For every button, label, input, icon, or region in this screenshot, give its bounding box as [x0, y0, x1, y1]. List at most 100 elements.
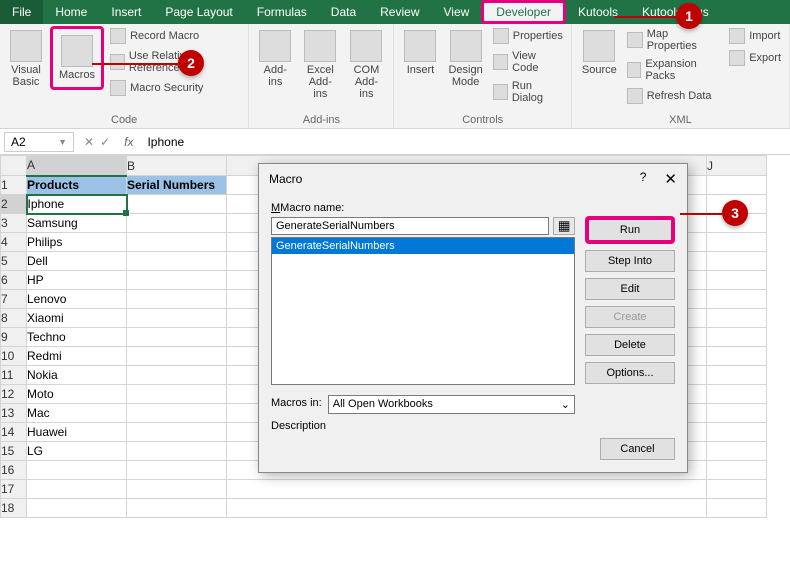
table-cell[interactable]: [127, 309, 227, 328]
cell-a11[interactable]: Nokia: [27, 366, 127, 385]
tab-insert[interactable]: Insert: [99, 0, 153, 24]
cell-a12[interactable]: Moto: [27, 385, 127, 404]
delete-button[interactable]: Delete: [585, 334, 675, 356]
run-dialog-button[interactable]: Run Dialog: [491, 78, 565, 106]
cancel-formula-icon[interactable]: ✕: [84, 135, 94, 149]
row-header-2[interactable]: 2: [1, 195, 27, 214]
tab-formulas[interactable]: Formulas: [245, 0, 319, 24]
enter-formula-icon[interactable]: ✓: [100, 135, 110, 149]
refresh-data-button[interactable]: Refresh Data: [625, 86, 723, 106]
table-cell[interactable]: [707, 442, 767, 461]
close-icon[interactable]: ✕: [664, 170, 677, 188]
table-cell[interactable]: [707, 404, 767, 423]
row-header-11[interactable]: 11: [1, 366, 27, 385]
col-header-b[interactable]: B: [127, 156, 227, 176]
cancel-button[interactable]: Cancel: [600, 438, 675, 460]
row-header-7[interactable]: 7: [1, 290, 27, 309]
cell-a2[interactable]: Iphone: [27, 195, 127, 214]
table-cell[interactable]: [127, 366, 227, 385]
tab-view[interactable]: View: [432, 0, 482, 24]
row-header-4[interactable]: 4: [1, 233, 27, 252]
cell-a16[interactable]: [27, 461, 127, 480]
table-cell[interactable]: [227, 499, 707, 518]
table-cell[interactable]: [707, 461, 767, 480]
tab-data[interactable]: Data: [319, 0, 368, 24]
cell-a6[interactable]: HP: [27, 271, 127, 290]
row-header-6[interactable]: 6: [1, 271, 27, 290]
tab-review[interactable]: Review: [368, 0, 431, 24]
tab-developer[interactable]: Developer: [481, 0, 566, 24]
row-header-17[interactable]: 17: [1, 480, 27, 499]
table-cell[interactable]: [707, 423, 767, 442]
cell-a3[interactable]: Samsung: [27, 214, 127, 233]
use-relative-button[interactable]: Use Relative References: [108, 48, 242, 76]
row-header-8[interactable]: 8: [1, 309, 27, 328]
cell-a13[interactable]: Mac: [27, 404, 127, 423]
formula-input[interactable]: [141, 133, 790, 151]
table-cell[interactable]: [707, 328, 767, 347]
table-cell[interactable]: [227, 480, 707, 499]
cell-a5[interactable]: Dell: [27, 252, 127, 271]
fx-icon[interactable]: fx: [116, 135, 141, 149]
table-cell[interactable]: [707, 271, 767, 290]
macros-button[interactable]: Macros: [55, 31, 99, 85]
row-header-14[interactable]: 14: [1, 423, 27, 442]
select-all-corner[interactable]: [1, 156, 27, 176]
row-header-5[interactable]: 5: [1, 252, 27, 271]
import-button[interactable]: Import: [727, 26, 783, 46]
table-cell[interactable]: [707, 385, 767, 404]
macros-in-select[interactable]: All Open Workbooks⌄: [328, 395, 575, 414]
table-cell[interactable]: [127, 328, 227, 347]
cell-a18[interactable]: [27, 499, 127, 518]
export-button[interactable]: Export: [727, 48, 783, 68]
table-cell[interactable]: [127, 442, 227, 461]
macro-name-input[interactable]: [271, 217, 549, 235]
macro-security-button[interactable]: Macro Security: [108, 78, 242, 98]
table-cell[interactable]: [127, 214, 227, 233]
collapse-dialog-icon[interactable]: ▦: [553, 217, 575, 235]
table-cell[interactable]: [127, 347, 227, 366]
col-header-j[interactable]: J: [707, 156, 767, 176]
table-cell[interactable]: [707, 499, 767, 518]
design-mode-button[interactable]: Design Mode: [444, 26, 486, 92]
table-cell[interactable]: [127, 195, 227, 214]
table-cell[interactable]: [707, 233, 767, 252]
cell-a15[interactable]: LG: [27, 442, 127, 461]
visual-basic-button[interactable]: Visual Basic: [6, 26, 46, 92]
cell-a10[interactable]: Redmi: [27, 347, 127, 366]
table-cell[interactable]: [127, 271, 227, 290]
cell-a1[interactable]: Products: [27, 176, 127, 195]
table-cell[interactable]: [127, 461, 227, 480]
table-cell[interactable]: [127, 233, 227, 252]
table-cell[interactable]: [127, 385, 227, 404]
options-button[interactable]: Options...: [585, 362, 675, 384]
properties-button[interactable]: Properties: [491, 26, 565, 46]
row-header-18[interactable]: 18: [1, 499, 27, 518]
table-cell[interactable]: [127, 423, 227, 442]
insert-control-button[interactable]: Insert: [400, 26, 440, 80]
view-code-button[interactable]: View Code: [491, 48, 565, 76]
table-cell[interactable]: [127, 290, 227, 309]
table-cell[interactable]: [127, 252, 227, 271]
row-header-9[interactable]: 9: [1, 328, 27, 347]
help-icon[interactable]: ?: [640, 170, 647, 188]
addins-button[interactable]: Add- ins: [255, 26, 295, 92]
cell-a14[interactable]: Huawei: [27, 423, 127, 442]
row-header-3[interactable]: 3: [1, 214, 27, 233]
cell-a17[interactable]: [27, 480, 127, 499]
tab-home[interactable]: Home: [43, 0, 99, 24]
cell-a7[interactable]: Lenovo: [27, 290, 127, 309]
table-cell[interactable]: [707, 480, 767, 499]
expansion-packs-button[interactable]: Expansion Packs: [625, 56, 723, 84]
table-cell[interactable]: [707, 347, 767, 366]
macro-list[interactable]: GenerateSerialNumbers: [271, 237, 575, 385]
cell-a9[interactable]: Techno: [27, 328, 127, 347]
col-header-a[interactable]: A: [27, 156, 127, 176]
table-cell[interactable]: [127, 499, 227, 518]
record-macro-button[interactable]: Record Macro: [108, 26, 242, 46]
map-properties-button[interactable]: Map Properties: [625, 26, 723, 54]
row-header-16[interactable]: 16: [1, 461, 27, 480]
row-header-13[interactable]: 13: [1, 404, 27, 423]
row-header-10[interactable]: 10: [1, 347, 27, 366]
table-cell[interactable]: [707, 309, 767, 328]
